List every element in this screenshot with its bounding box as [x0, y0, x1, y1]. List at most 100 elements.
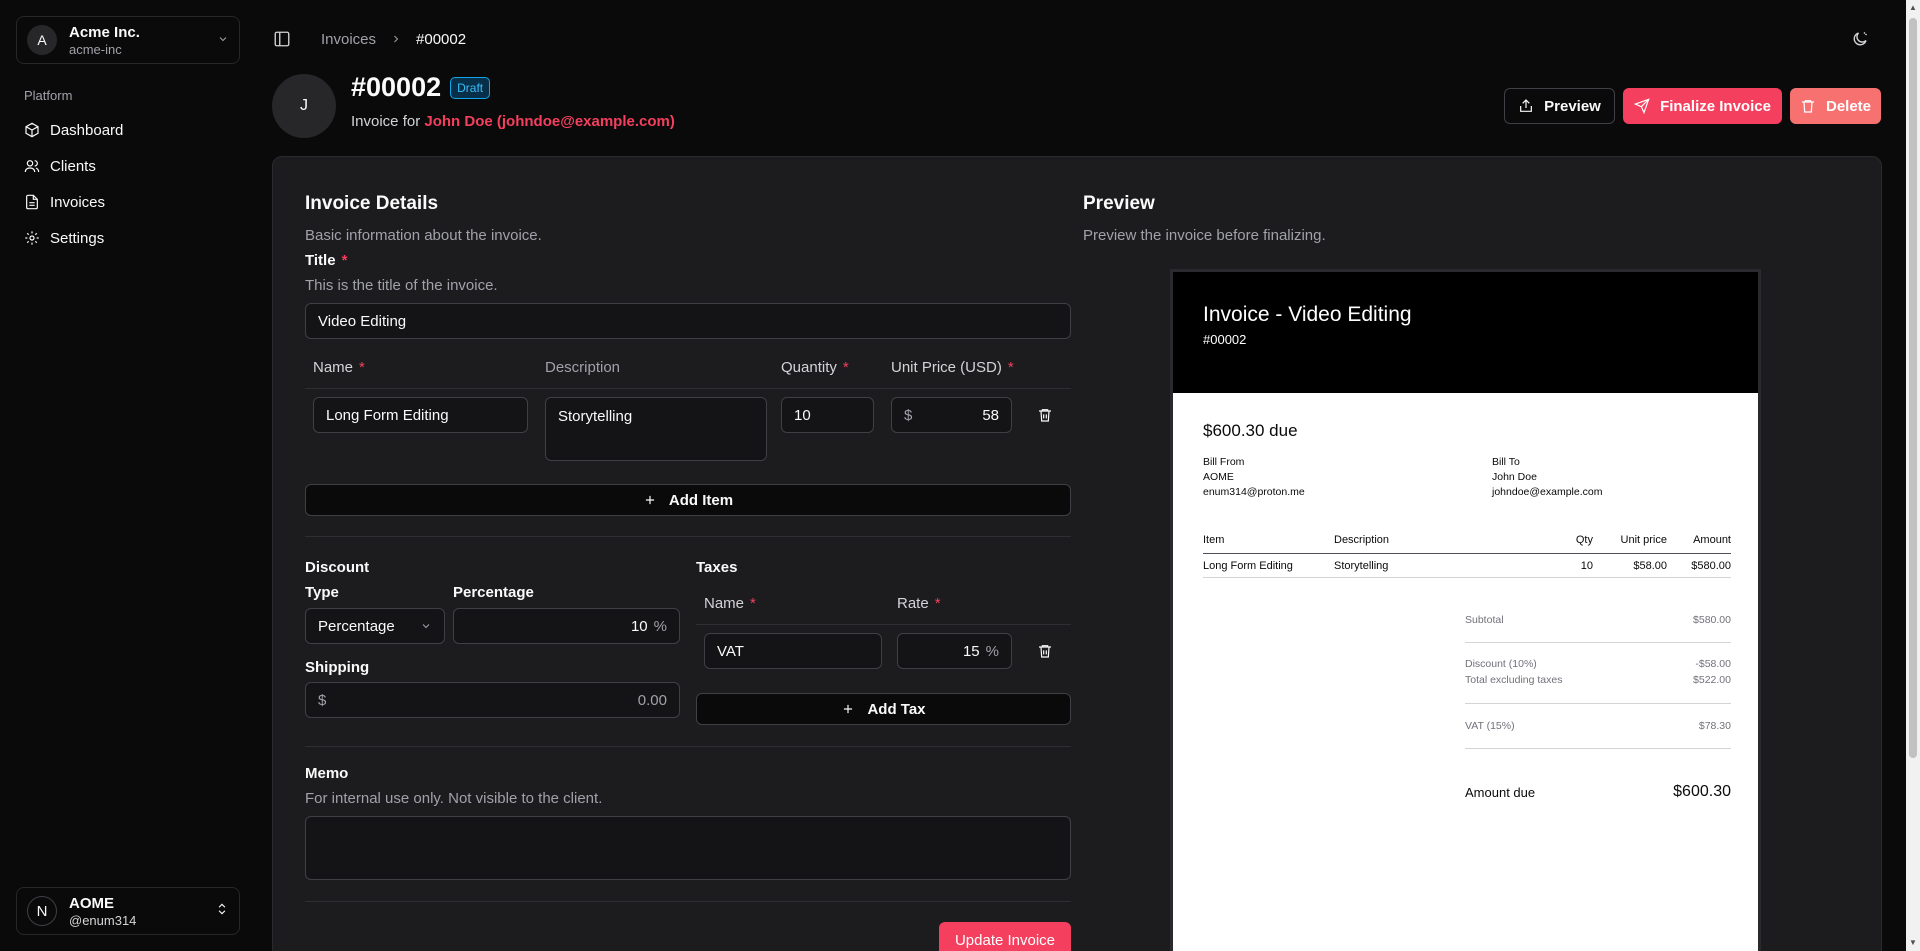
sidebar-nav: Dashboard Clients Invoices Settings — [16, 112, 240, 256]
trash-icon — [1039, 645, 1051, 658]
divider — [305, 388, 1071, 389]
discount-percentage-label: Percentage — [453, 584, 534, 601]
doc-col-unit-price: Unit price — [1620, 534, 1667, 546]
shipping-label: Shipping — [305, 659, 370, 676]
taxes-heading: Taxes — [696, 559, 738, 576]
shipping-input[interactable]: $ 0.00 — [305, 682, 680, 718]
title-input[interactable]: Video Editing — [305, 303, 1071, 339]
unit-price-value: 58 — [982, 406, 999, 424]
taxes-col-name: Name * — [704, 595, 756, 612]
discount-type-select[interactable]: Percentage — [305, 608, 445, 644]
doc-row-unit-price: $58.00 — [1633, 560, 1667, 572]
delete-button-label: Delete — [1825, 97, 1872, 115]
item-quantity-input[interactable]: 10 — [781, 397, 874, 433]
amount-due-label: Amount due — [1465, 785, 1536, 800]
team-name: Acme Inc. — [69, 23, 140, 41]
sidebar-item-settings[interactable]: Settings — [16, 220, 240, 256]
doc-divider — [1465, 748, 1731, 749]
items-col-name: Name * — [313, 359, 365, 376]
theme-toggle-button[interactable] — [1851, 30, 1869, 48]
excl-taxes-value: $522.00 — [1693, 674, 1731, 686]
sidebar-item-dashboard[interactable]: Dashboard — [16, 112, 240, 148]
sidebar-item-label: Settings — [50, 229, 105, 247]
scrollbar-thumb[interactable] — [1909, 18, 1917, 758]
avatar: N — [27, 896, 57, 926]
app: A Acme Inc. acme-inc Platform Dashboard … — [0, 0, 1920, 951]
plus-icon — [645, 495, 654, 505]
breadcrumb-invoices-link[interactable]: Invoices — [321, 31, 376, 48]
doc-number: #00002 — [1203, 332, 1247, 347]
scroll-down-arrow[interactable]: ▼ — [1909, 938, 1917, 947]
preview-button[interactable]: Preview — [1504, 88, 1615, 124]
trash-icon — [1039, 409, 1051, 422]
client-link[interactable]: John Doe (johndoe@example.com) — [424, 113, 675, 130]
remove-tax-button[interactable] — [1037, 643, 1053, 664]
update-invoice-label: Update Invoice — [954, 931, 1056, 949]
share-icon — [1520, 99, 1533, 112]
add-item-label: Add Item — [668, 491, 734, 509]
add-tax-button[interactable]: Add Tax — [696, 693, 1071, 725]
sidebar-toggle-button[interactable] — [273, 30, 291, 48]
subtotal-label: Subtotal — [1465, 614, 1504, 626]
user-menu[interactable]: N AOME @enum314 — [16, 887, 240, 935]
discount-percentage-input[interactable]: 10 % — [453, 608, 680, 644]
chevron-down-icon — [217, 33, 229, 48]
remove-item-button[interactable] — [1037, 407, 1053, 428]
discount-heading: Discount — [305, 559, 370, 576]
doc-title: Invoice - Video Editing — [1203, 303, 1412, 326]
sidebar-item-clients[interactable]: Clients — [16, 148, 240, 184]
item-description-input[interactable]: Storytelling — [545, 397, 767, 461]
doc-divider — [1465, 703, 1731, 704]
preview-button-label: Preview — [1544, 97, 1601, 115]
title-field-help: This is the title of the invoice. — [305, 277, 498, 294]
taxes-col-rate: Rate * — [897, 595, 941, 612]
delete-button[interactable]: Delete — [1790, 88, 1881, 124]
tax-rate-value: 15 — [962, 642, 980, 660]
user-handle: @enum314 — [69, 912, 137, 928]
panel-left-icon — [274, 31, 290, 47]
discount-type-label: Type — [305, 584, 339, 601]
user-name: AOME — [69, 894, 114, 912]
discount-label: Discount (10%) — [1465, 658, 1537, 670]
sidebar-item-invoices[interactable]: Invoices — [16, 184, 240, 220]
page-scrollbar[interactable]: ▲ ▼ — [1906, 0, 1920, 951]
invoice-details-description: Basic information about the invoice. — [305, 227, 542, 244]
update-invoice-button[interactable]: Update Invoice — [939, 922, 1071, 951]
tax-name-input[interactable]: VAT — [704, 633, 882, 669]
divider — [305, 901, 1071, 902]
doc-divider — [1465, 642, 1731, 643]
items-col-quantity: Quantity * — [781, 359, 849, 376]
team-switcher[interactable]: A Acme Inc. acme-inc — [16, 16, 240, 64]
scroll-up-arrow[interactable]: ▲ — [1909, 3, 1917, 12]
discount-type-value: Percentage — [318, 617, 395, 635]
memo-textarea[interactable] — [305, 816, 1071, 880]
tax-rate-input[interactable]: 15 % — [897, 633, 1012, 669]
status-badge: Draft — [450, 76, 491, 99]
add-item-button[interactable]: Add Item — [305, 484, 1071, 516]
doc-row-amount: $580.00 — [1691, 560, 1731, 572]
chevron-right-icon — [390, 32, 402, 48]
client-avatar: J — [272, 74, 336, 138]
team-avatar: A — [27, 25, 57, 55]
breadcrumb-current: #00002 — [416, 31, 467, 48]
bill-from: Bill From AOME enum314@proton.me — [1203, 456, 1305, 498]
send-icon — [1634, 98, 1650, 114]
items-col-unit-price: Unit Price (USD) * — [891, 359, 1014, 376]
plus-icon — [844, 704, 853, 714]
finalize-invoice-button[interactable]: Finalize Invoice — [1623, 88, 1782, 124]
discount-percentage-value: 10 — [630, 617, 648, 635]
chevron-down-icon — [422, 624, 430, 629]
doc-divider — [1203, 577, 1731, 578]
trash-icon — [1801, 100, 1814, 113]
item-unit-price-input[interactable]: $ 58 — [891, 397, 1012, 433]
percent-suffix: % — [985, 642, 999, 660]
add-tax-label: Add Tax — [867, 700, 926, 718]
gear-icon — [25, 231, 39, 245]
memo-help: For internal use only. Not visible to th… — [305, 790, 603, 807]
currency-prefix: $ — [904, 406, 913, 424]
moon-sun-icon — [1853, 32, 1867, 46]
item-name-input[interactable]: Long Form Editing — [313, 397, 528, 433]
cube-icon — [25, 122, 39, 138]
doc-col-qty: Qty — [1575, 534, 1593, 546]
amount-due-value: $600.30 — [1673, 783, 1731, 800]
